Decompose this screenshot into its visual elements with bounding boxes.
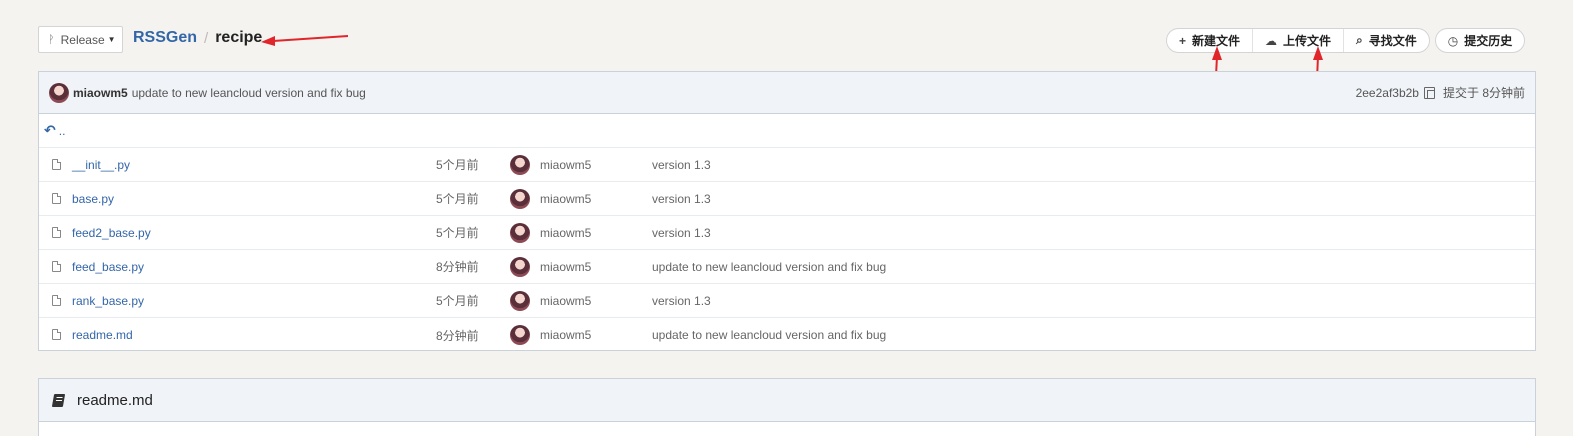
file-name-link[interactable]: feed2_base.py <box>72 226 151 240</box>
file-commit-message[interactable]: update to new leancloud version and fix … <box>652 328 886 342</box>
file-icon <box>52 227 61 238</box>
committer-name[interactable]: miaowm5 <box>540 328 591 342</box>
file-name-link[interactable]: feed_base.py <box>72 260 144 274</box>
table-row: rank_base.py 5个月前 miaowm5 version 1.3 <box>39 284 1535 318</box>
committer-name[interactable]: miaowm5 <box>540 294 591 308</box>
table-row: feed2_base.py 5个月前 miaowm5 version 1.3 <box>39 216 1535 250</box>
breadcrumb: RSSGen / recipe <box>133 29 262 47</box>
readme-title: readme.md <box>77 391 153 409</box>
file-committer: miaowm5 <box>510 222 591 243</box>
commit-history-button[interactable]: ◷ 提交历史 <box>1434 28 1526 53</box>
file-icon <box>52 193 61 204</box>
upload-file-button[interactable]: ☁ 上传文件 <box>1252 29 1343 52</box>
file-name-link[interactable]: base.py <box>72 192 114 206</box>
file-age: 5个月前 <box>436 192 479 206</box>
file-committer: miaowm5 <box>510 290 591 311</box>
branch-selector[interactable]: ᚹ Release ▼ <box>38 26 123 53</box>
file-commit-message[interactable]: version 1.3 <box>652 226 711 240</box>
file-action-group: + 新建文件 ☁ 上传文件 ⌕ 寻找文件 <box>1166 28 1430 53</box>
commit-history-label: 提交历史 <box>1464 34 1513 48</box>
commit-time: 提交于 8分钟前 <box>1442 86 1525 100</box>
avatar[interactable] <box>510 290 530 311</box>
file-age: 5个月前 <box>436 158 479 172</box>
file-age: 8分钟前 <box>436 260 479 274</box>
search-icon: ⌕ <box>1356 33 1363 47</box>
file-icon <box>52 261 61 272</box>
file-commit-message[interactable]: version 1.3 <box>652 294 711 308</box>
file-commit-message[interactable]: version 1.3 <box>652 192 711 206</box>
avatar[interactable] <box>49 82 69 103</box>
file-icon <box>52 159 61 170</box>
annotation-arrow-breadcrumb <box>261 35 349 46</box>
committer-name[interactable]: miaowm5 <box>540 226 591 240</box>
avatar[interactable] <box>510 256 530 277</box>
file-age: 8分钟前 <box>436 328 479 343</box>
file-commit-message[interactable]: update to new leancloud version and fix … <box>652 260 886 274</box>
find-file-label: 寻找文件 <box>1368 34 1417 48</box>
breadcrumb-current-dir: recipe <box>215 29 263 46</box>
breadcrumb-separator: / <box>204 29 209 47</box>
file-age: 5个月前 <box>436 294 479 308</box>
avatar[interactable] <box>510 188 530 209</box>
file-name-link[interactable]: __init__.py <box>72 158 130 172</box>
avatar[interactable] <box>510 222 530 243</box>
committer-name[interactable]: miaowm5 <box>540 192 591 206</box>
file-committer: miaowm5 <box>510 188 591 209</box>
avatar[interactable] <box>510 325 530 345</box>
commit-message[interactable]: update to new leancloud version and fix … <box>132 86 366 100</box>
readme-panel: readme.md <box>38 378 1536 436</box>
breadcrumb-repo-link[interactable]: RSSGen <box>133 29 197 47</box>
table-row: base.py 5个月前 miaowm5 version 1.3 <box>39 182 1535 216</box>
cloud-upload-icon: ☁ <box>1265 33 1278 48</box>
table-row: __init__.py 5个月前 miaowm5 version 1.3 <box>39 148 1535 182</box>
plus-icon: + <box>1179 33 1187 48</box>
avatar[interactable] <box>510 154 530 175</box>
table-row: feed_base.py 8分钟前 miaowm5 update to new … <box>39 250 1535 284</box>
file-committer: miaowm5 <box>510 154 591 175</box>
file-committer: miaowm5 <box>510 256 591 277</box>
file-age: 5个月前 <box>436 226 479 240</box>
book-icon <box>51 393 66 407</box>
commit-author[interactable]: miaowm5 <box>73 86 128 100</box>
repo-actions: + 新建文件 ☁ 上传文件 ⌕ 寻找文件 ◷ 提交历史 <box>1166 28 1526 53</box>
file-icon <box>52 329 61 340</box>
find-file-button[interactable]: ⌕ 寻找文件 <box>1343 29 1429 52</box>
chevron-down-icon: ▼ <box>107 35 116 44</box>
readme-header: readme.md <box>39 379 1535 422</box>
commit-meta: 2ee2af3b2b 提交于 8分钟前 <box>1356 72 1525 113</box>
copy-icon[interactable] <box>1423 86 1435 99</box>
new-file-label: 新建文件 <box>1192 34 1241 48</box>
table-row: readme.md 8分钟前 miaowm5 update to new lea… <box>39 318 1535 352</box>
reply-arrow-icon: ↶ <box>44 122 56 138</box>
latest-commit-bar: miaowm5 update to new leancloud version … <box>39 72 1535 114</box>
file-name-link[interactable]: readme.md <box>72 328 133 342</box>
commit-sha[interactable]: 2ee2af3b2b <box>1356 86 1419 100</box>
parent-dir-row[interactable]: ↶ .. <box>39 114 1535 148</box>
file-list: miaowm5 update to new leancloud version … <box>38 71 1536 351</box>
file-name-link[interactable]: rank_base.py <box>72 294 144 308</box>
file-icon <box>52 295 61 306</box>
committer-name[interactable]: miaowm5 <box>540 260 591 274</box>
branch-label: Release <box>60 32 105 47</box>
upload-file-label: 上传文件 <box>1283 34 1332 48</box>
parent-dir-link[interactable]: .. <box>59 124 66 138</box>
committer-name[interactable]: miaowm5 <box>540 158 591 172</box>
file-committer: miaowm5 <box>510 325 591 345</box>
new-file-button[interactable]: + 新建文件 <box>1167 29 1252 52</box>
branch-icon: ᚹ <box>48 33 55 46</box>
clock-icon: ◷ <box>1447 33 1459 48</box>
file-commit-message[interactable]: version 1.3 <box>652 158 711 172</box>
